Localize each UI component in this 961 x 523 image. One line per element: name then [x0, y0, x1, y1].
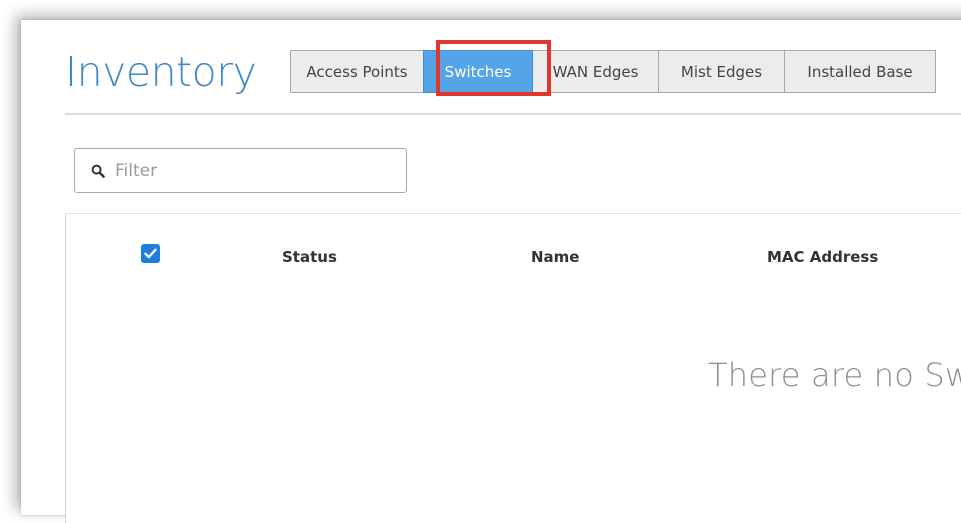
tab-switches[interactable]: Switches [423, 50, 533, 93]
header-divider [65, 113, 961, 115]
column-header-status[interactable]: Status [282, 248, 337, 266]
tab-installed-base[interactable]: Installed Base [784, 50, 936, 93]
checkmark-icon [144, 248, 157, 259]
column-header-name[interactable]: Name [531, 248, 579, 266]
tab-access-points[interactable]: Access Points [290, 50, 424, 93]
column-header-mac-address[interactable]: MAC Address [767, 248, 878, 266]
select-all-checkbox[interactable] [141, 244, 160, 263]
tab-wan-edges[interactable]: WAN Edges [532, 50, 659, 93]
empty-state-message: There are no Sw [708, 356, 961, 394]
page-title: Inventory [65, 48, 257, 96]
filter-input[interactable] [115, 160, 385, 181]
filter-field[interactable] [74, 148, 407, 193]
tab-mist-edges[interactable]: Mist Edges [658, 50, 785, 93]
search-icon [90, 163, 106, 179]
switches-table: Status Name MAC Address There are no Sw [65, 213, 961, 523]
inventory-window: Inventory Access Points Switches WAN Edg… [21, 20, 961, 523]
inventory-tabs: Access Points Switches WAN Edges Mist Ed… [290, 50, 936, 93]
